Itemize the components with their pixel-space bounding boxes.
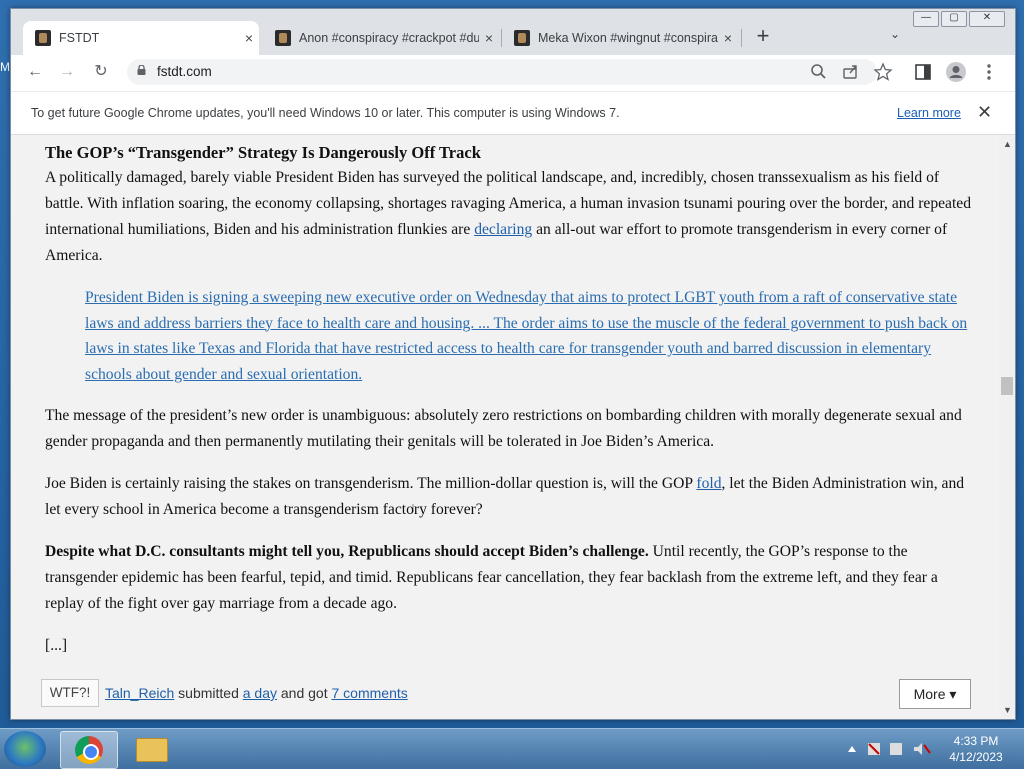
- tab-close-icon[interactable]: ×: [718, 30, 738, 46]
- taskbar-clock[interactable]: 4:33 PM 4/12/2023: [944, 733, 1008, 765]
- window-controls: — ▢ ✕: [913, 11, 1005, 27]
- wtf-vote-button[interactable]: WTF?!: [41, 679, 99, 707]
- infobar-message: To get future Google Chrome updates, you…: [31, 106, 620, 120]
- tab-title: FSTDT: [59, 31, 100, 45]
- system-tray[interactable]: [842, 735, 942, 763]
- scroll-down-icon[interactable]: ▼: [1003, 705, 1012, 715]
- tab-search-icon[interactable]: ⌄: [885, 27, 905, 47]
- learn-more-link[interactable]: Learn more: [897, 106, 961, 120]
- quoted-link-block[interactable]: President Biden is signing a sweeping ne…: [85, 285, 975, 387]
- ellipsis: [...]: [45, 637, 68, 655]
- desktop-edge-text: M: [0, 60, 10, 74]
- address-bar[interactable]: fstdt.com: [127, 59, 893, 85]
- chrome-window: FSTDT × Anon #conspiracy #crackpot #du ×…: [10, 8, 1016, 720]
- update-infobar: To get future Google Chrome updates, you…: [11, 91, 1015, 135]
- byline: Taln_Reich submitted a day and got 7 com…: [105, 685, 408, 701]
- paragraph-text: Joe Biden is certainly raising the stake…: [45, 475, 697, 493]
- taskbar-explorer-button[interactable]: [122, 731, 178, 767]
- post-footer: WTF?! Taln_Reich submitted a day and got…: [41, 677, 971, 709]
- menu-kebab-icon[interactable]: [979, 62, 999, 82]
- paragraph-2: The message of the president’s new order…: [45, 407, 962, 451]
- network-icon: [890, 743, 902, 755]
- tab-anon[interactable]: Anon #conspiracy #crackpot #du ×: [263, 21, 499, 55]
- back-button[interactable]: ←: [23, 61, 47, 83]
- share-icon[interactable]: [841, 62, 861, 82]
- windows-taskbar: 4:33 PM 4/12/2023: [0, 728, 1024, 769]
- scrollbar-thumb[interactable]: [1001, 377, 1013, 395]
- clock-date: 4/12/2023: [949, 750, 1003, 764]
- tab-strip: FSTDT × Anon #conspiracy #crackpot #du ×…: [11, 9, 1015, 55]
- scroll-up-icon[interactable]: ▲: [1003, 139, 1012, 149]
- close-window-button[interactable]: ✕: [969, 11, 1005, 27]
- chrome-icon: [75, 736, 103, 764]
- folder-icon: [136, 738, 168, 762]
- taskbar-chrome-button[interactable]: [60, 731, 118, 769]
- tab-fstdt[interactable]: FSTDT ×: [23, 21, 259, 55]
- tab-title: Anon #conspiracy #crackpot #du: [299, 31, 479, 45]
- paragraph-1: A politically damaged, barely viable Pre…: [45, 165, 975, 269]
- time-link[interactable]: a day: [243, 685, 277, 701]
- minimize-button[interactable]: —: [913, 11, 939, 27]
- reload-button[interactable]: ↻: [89, 61, 113, 83]
- paragraph-4: Despite what D.C. consultants might tell…: [45, 539, 975, 617]
- fold-link[interactable]: fold: [696, 475, 721, 492]
- volume-icon: [914, 743, 922, 755]
- tab-title: Meka Wixon #wingnut #conspira: [538, 31, 718, 45]
- favicon-icon: [275, 30, 291, 46]
- lock-icon[interactable]: [137, 65, 146, 75]
- page-scrollbar[interactable]: ▲ ▼: [999, 135, 1015, 719]
- forward-button[interactable]: →: [55, 61, 79, 83]
- show-hidden-icons-icon: [848, 746, 856, 752]
- tab-separator: [741, 29, 742, 47]
- byline-text: and got: [277, 685, 332, 701]
- article-headline: The GOP’s “Transgender” Strategy Is Dang…: [45, 143, 481, 162]
- comments-link[interactable]: 7 comments: [332, 685, 408, 701]
- profile-avatar-icon[interactable]: [945, 61, 967, 83]
- author-link[interactable]: Taln_Reich: [105, 685, 174, 701]
- bold-lead-text: Despite what D.C. consultants might tell…: [45, 543, 649, 561]
- favicon-icon: [514, 30, 530, 46]
- infobar-close-icon[interactable]: ✕: [977, 102, 992, 123]
- byline-text: submitted: [174, 685, 243, 701]
- tab-close-icon[interactable]: ×: [479, 30, 499, 46]
- article-body: The GOP’s “Transgender” Strategy Is Dang…: [45, 135, 975, 659]
- more-dropdown-button[interactable]: More ▾: [899, 679, 971, 709]
- clock-time: 4:33 PM: [953, 734, 999, 748]
- maximize-button[interactable]: ▢: [941, 11, 967, 27]
- zoom-icon[interactable]: [809, 62, 829, 82]
- side-panel-icon[interactable]: [913, 62, 933, 82]
- declaring-link[interactable]: declaring: [474, 221, 532, 238]
- start-button[interactable]: [4, 731, 46, 767]
- paragraph-3: Joe Biden is certainly raising the stake…: [45, 471, 975, 523]
- tab-meka[interactable]: Meka Wixon #wingnut #conspira ×: [502, 21, 738, 55]
- bookmark-star-icon[interactable]: [873, 62, 893, 82]
- url-text[interactable]: fstdt.com: [157, 64, 212, 79]
- page-content: The GOP’s “Transgender” Strategy Is Dang…: [11, 135, 999, 719]
- text-cursor-icon: [412, 504, 414, 512]
- new-tab-button[interactable]: +: [751, 25, 775, 49]
- tab-close-icon[interactable]: ×: [239, 30, 259, 46]
- browser-toolbar: ← → ↻ fstdt.com: [11, 55, 1015, 89]
- favicon-icon: [35, 30, 51, 46]
